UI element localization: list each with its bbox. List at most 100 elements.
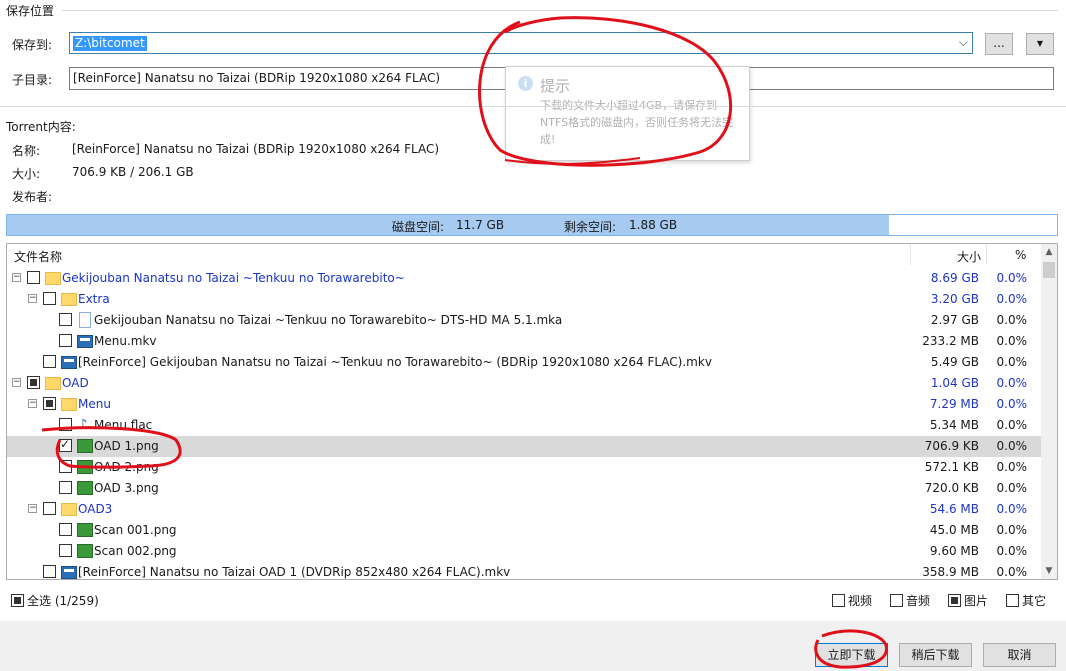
row-checkbox[interactable] [59, 437, 72, 452]
collapse-icon[interactable]: − [12, 378, 21, 387]
row-checkbox[interactable] [43, 292, 56, 305]
row-size: 8.69 GB [930, 271, 979, 285]
row-checkbox[interactable] [43, 355, 56, 368]
download-later-button[interactable]: 稍后下载 [899, 643, 972, 667]
tooltip-title: 提示 [540, 77, 571, 95]
row-checkbox[interactable] [59, 544, 72, 557]
chevron-down-icon[interactable]: ⌵ [959, 35, 968, 50]
row-checkbox[interactable] [59, 418, 72, 431]
row-size: 233.2 MB [922, 334, 979, 348]
audio-icon: ♪ [78, 417, 88, 433]
tree-row[interactable]: OAD 3.png 720.0 KB 0.0% [7, 478, 1041, 499]
tree-row[interactable]: ♪ Menu.flac 5.34 MB 0.0% [7, 415, 1041, 436]
collapse-icon[interactable]: − [12, 273, 21, 282]
subdir-value[interactable]: [ReinForce] Nanatsu no Taizai (BDRip 192… [73, 71, 440, 85]
tree-row[interactable]: − Gekijouban Nanatsu no Taizai ~Tenkuu n… [7, 268, 1041, 289]
collapse-icon[interactable]: − [28, 294, 37, 303]
row-checkbox[interactable] [59, 523, 72, 536]
size-label: 大小: [12, 167, 41, 181]
folder-icon [61, 503, 77, 516]
publisher-label: 发布者: [12, 190, 53, 204]
row-checkbox[interactable] [43, 565, 56, 578]
scroll-up-icon[interactable]: ▲ [1041, 244, 1057, 260]
row-name: Gekijouban Nanatsu no Taizai ~Tenkuu no … [62, 271, 405, 285]
row-size: 45.0 MB [929, 523, 979, 537]
tree-row[interactable]: Scan 002.png 9.60 MB 0.0% [7, 541, 1041, 562]
column-header-size[interactable]: 大小 [957, 248, 981, 265]
other-checkbox[interactable] [1006, 594, 1019, 607]
select-all-label: 全选 (1/259) [27, 594, 99, 608]
tree-row[interactable]: Scan 001.png 45.0 MB 0.0% [7, 520, 1041, 541]
row-checkbox[interactable] [27, 376, 40, 389]
row-percent: 0.0% [996, 334, 1028, 348]
row-name: Scan 001.png [94, 523, 177, 537]
tree-row[interactable]: − Extra 3.20 GB 0.0% [7, 289, 1041, 310]
tree-row[interactable]: − OAD 1.04 GB 0.0% [7, 373, 1041, 394]
image-checkbox[interactable] [948, 594, 961, 607]
save-path-combobox[interactable]: Z:\bitcomet ⌵ [69, 32, 973, 54]
select-all-checkbox[interactable] [11, 594, 24, 607]
scrollbar-thumb[interactable] [1043, 262, 1055, 278]
column-header-name[interactable]: 文件名称 [14, 248, 62, 265]
collapse-icon[interactable]: − [28, 399, 37, 408]
row-checkbox[interactable] [59, 334, 72, 347]
image-icon [77, 523, 93, 537]
file-tree-list[interactable]: 文件名称 大小 % − Gekijouban Nanatsu no Taizai… [6, 243, 1058, 580]
image-icon [77, 544, 93, 558]
row-percent: 0.0% [996, 502, 1028, 516]
save-path-value[interactable]: Z:\bitcomet [73, 36, 147, 51]
tree-row[interactable]: − OAD3 54.6 MB 0.0% [7, 499, 1041, 520]
row-checkbox[interactable] [59, 313, 72, 326]
row-size: 3.20 GB [930, 292, 979, 306]
name-label: 名称: [12, 144, 41, 158]
column-header-percent[interactable]: % [1015, 248, 1026, 262]
tree-row[interactable]: OAD 2.png 572.1 KB 0.0% [7, 457, 1041, 478]
tree-row[interactable]: [ReinForce] Nanatsu no Taizai OAD 1 (DVD… [7, 562, 1041, 579]
image-icon [77, 460, 93, 474]
row-checkbox[interactable] [27, 271, 40, 284]
folder-icon [61, 293, 77, 306]
row-checkbox[interactable] [59, 481, 72, 494]
cancel-button[interactable]: 取消 [983, 643, 1056, 667]
torrent-content-title: Torrent内容: [6, 120, 76, 134]
audio-label: 音频 [906, 594, 931, 608]
tree-row-selected[interactable]: OAD 1.png 706.9 KB 0.0% [7, 436, 1041, 457]
row-checkbox[interactable] [43, 397, 56, 410]
tree-row[interactable]: − Menu 7.29 MB 0.0% [7, 394, 1041, 415]
row-percent: 0.0% [996, 418, 1028, 432]
collapse-icon[interactable]: − [28, 504, 37, 513]
filter-video[interactable]: 视频 [832, 592, 872, 609]
disk-space-value: 11.7 GB [456, 218, 505, 232]
section-divider [62, 10, 1058, 11]
disk-space-bar: 磁盘空间: 11.7 GB 剩余空间: 1.88 GB [6, 214, 1058, 236]
other-label: 其它 [1022, 594, 1047, 608]
row-checkbox[interactable] [59, 460, 72, 473]
tree-row[interactable]: Menu.mkv 233.2 MB 0.0% [7, 331, 1041, 352]
download-now-button[interactable]: 立即下载 [815, 643, 888, 667]
row-size: 706.9 KB [924, 439, 979, 453]
filter-audio[interactable]: 音频 [890, 592, 930, 609]
select-all-toggle[interactable]: 全选 (1/259) [11, 592, 99, 609]
filter-image[interactable]: 图片 [948, 592, 988, 609]
tooltip-body: 下载的文件大小超过4GB，请保存到NTFS格式的磁盘内，否则任务将无法完成! [540, 99, 734, 146]
folder-icon [45, 272, 61, 285]
row-checkbox[interactable] [43, 502, 56, 515]
scroll-down-icon[interactable]: ▼ [1041, 563, 1057, 579]
tree-row[interactable]: Gekijouban Nanatsu no Taizai ~Tenkuu no … [7, 310, 1041, 331]
free-space-label: 剩余空间: [564, 220, 617, 234]
torrent-size: 706.9 KB / 206.1 GB [72, 165, 194, 179]
row-percent: 0.0% [996, 523, 1028, 537]
filter-other[interactable]: 其它 [1006, 592, 1046, 609]
warning-tooltip: i 提示 下载的文件大小超过4GB，请保存到NTFS格式的磁盘内，否则任务将无法… [505, 66, 750, 161]
tree-row[interactable]: [ReinForce] Gekijouban Nanatsu no Taizai… [7, 352, 1041, 373]
audio-checkbox[interactable] [890, 594, 903, 607]
row-name: Menu [78, 397, 111, 411]
video-checkbox[interactable] [832, 594, 845, 607]
row-size: 2.97 GB [930, 313, 979, 327]
history-dropdown-button[interactable]: ▼ [1026, 33, 1054, 55]
section-divider [0, 106, 1066, 107]
browse-button[interactable]: ... [985, 33, 1013, 55]
vertical-scrollbar[interactable]: ▲ ▼ [1041, 244, 1057, 579]
disk-space-label: 磁盘空间: [392, 220, 445, 234]
image-icon [77, 481, 93, 495]
